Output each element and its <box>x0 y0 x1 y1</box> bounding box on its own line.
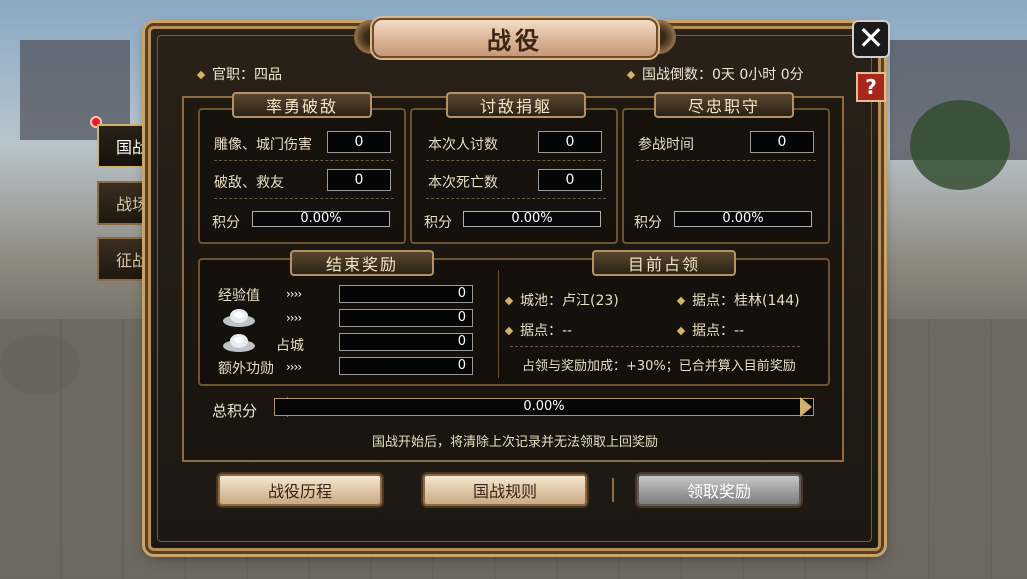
divider <box>214 160 394 161</box>
reward-exp-label: 经验值 <box>218 288 260 304</box>
total-score-label: 总积分 <box>212 402 258 420</box>
loyal-row-1-label: 参战时间 <box>638 137 694 153</box>
kill-score-bar: 0.00% <box>463 211 601 227</box>
valor-row-1-value: 0 <box>327 131 391 153</box>
total-score-bar: 0.00% <box>274 398 814 416</box>
diamond-icon <box>196 70 206 80</box>
diamond-icon <box>676 326 686 336</box>
button-separator <box>612 478 614 502</box>
diamond-icon <box>504 326 514 336</box>
occupation-item-text: 据点：-- <box>692 323 745 339</box>
valor-row-1-label: 雕像、城门伤害 <box>214 137 312 153</box>
panel-divider-vertical <box>498 270 499 378</box>
reward-exp-value: 0 <box>339 285 473 303</box>
panel-kill-title: 讨敌捐躯 <box>446 92 586 118</box>
diamond-icon <box>504 296 514 306</box>
reset-notice: 国战开始后，将清除上次记录并无法领取上回奖励 <box>371 435 658 450</box>
countdown-value: 国战倒数：0天 0小时 0分 <box>642 67 804 83</box>
divider <box>426 160 606 161</box>
kill-score-label: 积分 <box>424 215 452 231</box>
occupation-item: 城池：卢江(23) <box>504 290 619 310</box>
valor-row-2-value: 0 <box>327 169 391 191</box>
reward-city-value: 0 <box>339 333 473 351</box>
kill-row-2-value: 0 <box>538 169 602 191</box>
total-bar-cap-right <box>800 397 812 417</box>
reward-city-label: 占城 <box>276 338 304 354</box>
diamond-icon <box>676 296 686 306</box>
reward-arrows: ›››› <box>286 287 302 301</box>
panel-loyal-title: 尽忠职守 <box>654 92 794 118</box>
panel-valor-title: 率勇破敌 <box>232 92 372 118</box>
kill-row-1-label: 本次人讨数 <box>428 137 498 153</box>
diamond-icon <box>626 70 636 80</box>
kill-row-2-label: 本次死亡数 <box>428 175 498 191</box>
silver-ingot-icon <box>223 334 255 352</box>
campaign-history-button[interactable]: 战役历程 <box>218 474 382 506</box>
occupation-item: 据点：-- <box>676 320 745 340</box>
kill-row-1-value: 0 <box>538 131 602 153</box>
reward-silver-value: 0 <box>339 309 473 327</box>
war-rules-button[interactable]: 国战规则 <box>423 474 587 506</box>
reward-arrows: ›››› <box>286 311 302 325</box>
divider <box>426 198 606 199</box>
close-button[interactable]: ✕ <box>852 20 890 58</box>
background-tree <box>910 100 1010 190</box>
loyal-score-label: 积分 <box>634 215 662 231</box>
rewards-title: 结束奖励 <box>290 250 434 276</box>
rank-text: 官职：四品 <box>196 64 282 84</box>
valor-row-2-label: 破敌、救友 <box>214 175 284 191</box>
help-button[interactable]: ? <box>856 72 886 102</box>
occupation-item: 据点：桂林(144) <box>676 290 800 310</box>
reward-arrows: ›››› <box>286 360 302 374</box>
occupation-bonus-note: 占领与奖励加成：+30%；已合并算入目前奖励 <box>522 359 796 374</box>
rank-value: 官职：四品 <box>212 67 282 83</box>
valor-score-label: 积分 <box>212 215 240 231</box>
loyal-score-bar: 0.00% <box>674 211 812 227</box>
loyal-row-1-value: 0 <box>750 131 814 153</box>
divider <box>636 160 816 161</box>
reward-merit-value: 0 <box>339 357 473 375</box>
divider <box>510 346 800 347</box>
occupation-item-text: 据点：-- <box>520 323 573 339</box>
reward-merit-label: 额外功勋 <box>218 361 274 377</box>
occupation-item-text: 城池：卢江(23) <box>520 293 619 309</box>
window-title: 战役 <box>372 18 658 58</box>
countdown-text: 国战倒数：0天 0小时 0分 <box>626 64 804 84</box>
valor-score-bar: 0.00% <box>252 211 390 227</box>
occupation-title: 目前占领 <box>592 250 736 276</box>
claim-reward-button[interactable]: 领取奖励 <box>637 474 801 506</box>
divider <box>214 198 394 199</box>
occupation-item: 据点：-- <box>504 320 573 340</box>
occupation-item-text: 据点：桂林(144) <box>692 293 800 309</box>
silver-ingot-icon <box>223 309 255 327</box>
